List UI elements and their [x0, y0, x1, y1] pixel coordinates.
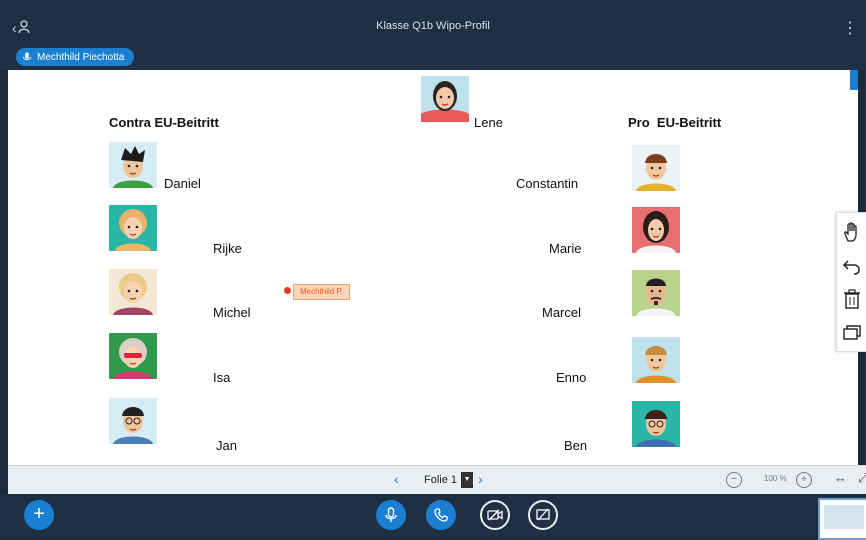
- thumbnail-content: [824, 505, 864, 529]
- camera-button[interactable]: [480, 500, 510, 530]
- name-isa: Isa: [213, 370, 231, 385]
- avatar-jan: [109, 398, 157, 444]
- screen-share-off-icon: [536, 508, 550, 521]
- action-bar: +: [0, 494, 866, 540]
- avatar-constantin: [632, 145, 680, 191]
- contra-heading: Contra EU-Beitritt: [109, 115, 219, 130]
- zoom-in-button[interactable]: +: [796, 472, 812, 488]
- caret-down-icon: ▼: [461, 472, 474, 488]
- pro-heading: Pro EU-Beitritt: [628, 115, 722, 130]
- name-michel: Michel: [213, 305, 251, 320]
- name-daniel: Daniel: [164, 176, 201, 191]
- microphone-icon: [385, 507, 397, 522]
- avatar-rijke: [109, 205, 157, 251]
- avatar-marcel: [632, 270, 680, 316]
- name-rijke: Rijke: [213, 241, 242, 256]
- name-marcel: Marcel: [542, 305, 582, 320]
- microphone-button[interactable]: [376, 500, 406, 530]
- talker-name: Mechthild Piechotta: [37, 51, 125, 63]
- avatar-isa: [109, 333, 157, 379]
- whiteboard-toolbar: [836, 212, 866, 352]
- plus-icon: +: [33, 503, 45, 525]
- phone-button[interactable]: [426, 500, 456, 530]
- slide-selector[interactable]: Folie 1 ▼: [418, 471, 474, 489]
- avatar-michel: [109, 269, 157, 315]
- presenter-cursor-label: Mechthild P.: [293, 284, 350, 300]
- screen-share-button[interactable]: [528, 500, 558, 530]
- avatar-daniel: [109, 142, 157, 188]
- undo-icon[interactable]: [841, 255, 863, 277]
- multi-slide-icon[interactable]: [841, 321, 863, 343]
- previous-slide-button[interactable]: ‹: [394, 471, 399, 487]
- fit-width-button[interactable]: ↔: [834, 470, 847, 485]
- presentation-slide[interactable]: Lene Contra EU-Beitritt Pro EU-Beitritt: [8, 70, 858, 465]
- slide-navigation-bar: ‹ Folie 1 ▼ › − 100 % + ↔ ⤢: [8, 465, 866, 494]
- current-slide-label: Folie 1: [424, 474, 458, 486]
- slide-corner-marker: [850, 70, 858, 90]
- presentation-thumbnail[interactable]: [818, 498, 866, 540]
- avatar-ben: [632, 401, 680, 447]
- meeting-title: Klasse Q1b Wipo-Profil: [376, 20, 490, 32]
- camera-off-icon: [487, 509, 503, 521]
- zoom-level: 100 %: [764, 474, 787, 483]
- name-marie: Marie: [549, 241, 582, 256]
- presenter-cursor-dot: [284, 287, 291, 294]
- actions-plus-button[interactable]: +: [24, 500, 54, 530]
- zoom-out-button[interactable]: −: [726, 472, 742, 488]
- vertical-dots-icon[interactable]: ⋮: [842, 18, 858, 38]
- name-ben: Ben: [564, 438, 588, 453]
- next-slide-button[interactable]: ›: [478, 471, 483, 487]
- name-lene: Lene: [474, 115, 503, 130]
- name-enno: Enno: [556, 370, 587, 385]
- top-bar: ‹ Klasse Q1b Wipo-Profil ⋮ Mechthild Pie…: [0, 0, 866, 70]
- avatar-lene: [421, 76, 469, 122]
- name-jan: Jan: [216, 438, 237, 453]
- trash-icon[interactable]: [841, 288, 863, 310]
- microphone-icon: [23, 52, 31, 61]
- avatar-enno: [632, 337, 680, 383]
- fullscreen-button[interactable]: ⤢: [858, 470, 866, 486]
- name-constantin: Constantin: [516, 176, 579, 191]
- phone-icon: [434, 508, 448, 522]
- hand-icon[interactable]: [841, 221, 863, 243]
- talking-indicator[interactable]: Mechthild Piechotta: [16, 48, 135, 66]
- avatar-marie: [632, 207, 680, 253]
